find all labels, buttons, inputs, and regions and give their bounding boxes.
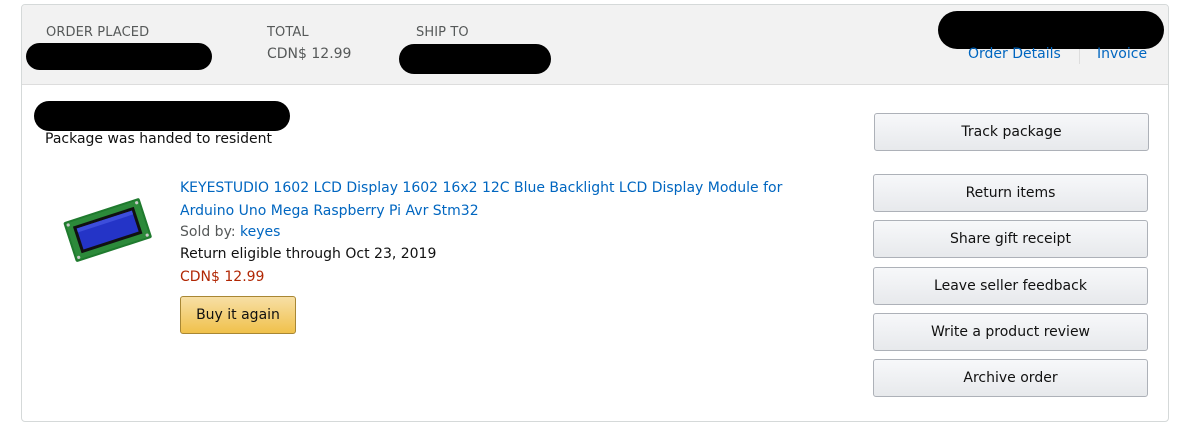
order-header: ORDER PLACED TOTAL CDN$ 12.99 SHIP TO Or… (22, 5, 1168, 85)
redacted-ship-to[interactable] (399, 44, 551, 74)
write-product-review-button[interactable]: Write a product review (873, 313, 1148, 351)
ship-to-label: SHIP TO (416, 25, 469, 40)
redacted-order-number (938, 11, 1164, 49)
product-title-link[interactable]: KEYESTUDIO 1602 LCD Display 1602 16x2 12… (180, 177, 830, 223)
track-package-button[interactable]: Track package (874, 113, 1149, 151)
return-items-button[interactable]: Return items (873, 174, 1148, 212)
share-gift-receipt-button[interactable]: Share gift receipt (873, 220, 1148, 258)
redacted-delivery-date (34, 101, 290, 131)
invoice-link[interactable]: Invoice (1097, 46, 1147, 62)
sold-by: Sold by: keyes (180, 224, 280, 240)
lcd-display-module-image (63, 198, 152, 262)
order-details-link[interactable]: Order Details (968, 46, 1061, 62)
sold-by-label: Sold by: (180, 224, 236, 240)
total-label: TOTAL (267, 25, 309, 40)
shipment-status: Package was handed to resident (45, 131, 273, 147)
leave-seller-feedback-button[interactable]: Leave seller feedback (873, 267, 1148, 305)
redacted-order-date (26, 43, 212, 70)
archive-order-button[interactable]: Archive order (873, 359, 1148, 397)
buy-it-again-button[interactable]: Buy it again (180, 296, 296, 334)
product-image[interactable] (62, 195, 154, 267)
item-price: CDN$ 12.99 (180, 269, 265, 285)
return-eligibility-text: Return eligible through Oct 23, 2019 (180, 246, 437, 262)
order-placed-label: ORDER PLACED (46, 25, 150, 40)
product-title-line-1[interactable]: KEYESTUDIO 1602 LCD Display 1602 16x2 12… (180, 177, 830, 200)
header-link-divider (1079, 49, 1080, 64)
order-card: ORDER PLACED TOTAL CDN$ 12.99 SHIP TO Or… (21, 4, 1169, 422)
product-title-line-2[interactable]: Arduino Uno Mega Raspberry Pi Avr Stm32 (180, 200, 830, 223)
total-value: CDN$ 12.99 (267, 46, 352, 62)
seller-link[interactable]: keyes (240, 224, 280, 240)
